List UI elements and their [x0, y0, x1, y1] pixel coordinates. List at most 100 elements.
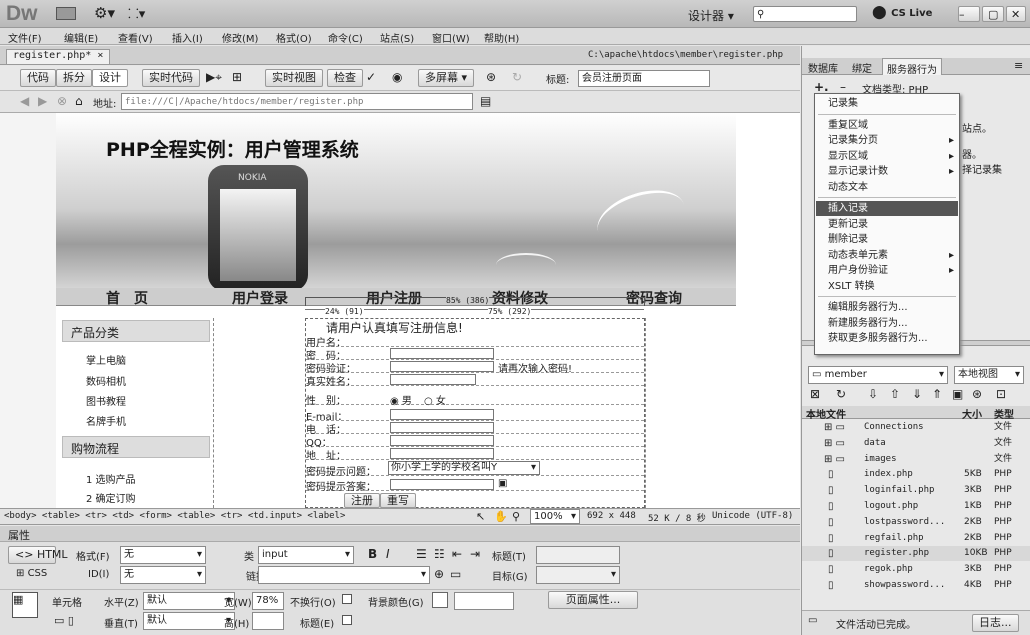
site-icon[interactable]: ⸬▾ — [128, 4, 145, 22]
zoom-select[interactable]: 100% — [530, 509, 580, 524]
target-select[interactable] — [536, 566, 620, 584]
file-row[interactable]: ⊞ ▭ data 文件 — [802, 436, 1030, 451]
pointer-tool-icon[interactable]: ↖ — [476, 510, 485, 523]
ordered-list-icon[interactable]: ☷ — [434, 547, 445, 561]
radio-female[interactable]: ○ 女 — [424, 392, 446, 407]
file-row[interactable]: ▯ regok.php 3KB PHP — [802, 562, 1030, 577]
file-row[interactable]: ▯ index.php 5KB PHP — [802, 467, 1030, 482]
tab-server-behaviors[interactable]: 服务器行为 — [882, 58, 942, 76]
tab-register[interactable]: register.php* × — [6, 49, 111, 64]
indent-icon[interactable]: ⇥ — [470, 547, 480, 561]
menu-insert[interactable]: 插入(I) — [172, 30, 203, 45]
page-properties-button[interactable]: 页面属性... — [548, 591, 638, 609]
label-selected-icon[interactable]: ▣ — [498, 478, 507, 489]
menu-modify[interactable]: 修改(M) — [222, 30, 258, 45]
menu-item[interactable]: XSLT 转换 — [816, 279, 958, 294]
site-select[interactable]: ▭ member — [808, 366, 948, 384]
file-row[interactable]: ▯ loginfail.php 3KB PHP — [802, 483, 1030, 498]
nav-login[interactable]: 用户登录 — [232, 288, 288, 308]
put-files-icon[interactable]: ⇧ — [890, 387, 900, 401]
menu-format[interactable]: 格式(O) — [276, 30, 312, 45]
menu-file[interactable]: 文件(F) — [8, 30, 42, 45]
inspect-button[interactable]: 检查 — [327, 69, 363, 87]
live-code-button[interactable]: 实时代码 — [142, 69, 200, 87]
file-row[interactable]: ▯ showpassword... 4KB PHP — [802, 578, 1030, 593]
home-icon[interactable]: ⌂ — [75, 94, 83, 108]
menu-item[interactable]: 新建服务器行为... — [816, 316, 958, 331]
bgcolor-input[interactable] — [454, 592, 514, 610]
password-input[interactable] — [390, 348, 494, 359]
window-size[interactable]: 692 x 448 — [587, 511, 636, 521]
realname-input[interactable] — [390, 374, 476, 385]
refresh-files-icon[interactable]: ↻ — [836, 387, 846, 401]
lock-icon[interactable]: ▣ — [952, 387, 963, 401]
merge-cells-icon[interactable]: ▭ ▯ — [54, 614, 74, 627]
log-button[interactable]: 日志... — [972, 614, 1019, 632]
code-view-button[interactable]: 代码 — [20, 69, 56, 87]
menu-item[interactable]: 记录集 — [816, 96, 958, 111]
hand-tool-icon[interactable]: ✋ — [494, 510, 508, 523]
menu-help[interactable]: 帮助(H) — [484, 30, 519, 45]
multiscreen-button[interactable]: 多屏幕 ▾ — [418, 69, 475, 87]
validate-icon[interactable]: ✓ — [366, 70, 376, 84]
tag-path[interactable]: <body> <table> <tr> <td> <form> <table> … — [4, 511, 345, 521]
menu-item[interactable]: 显示区域 ▸ — [816, 149, 958, 164]
register-button[interactable]: 注册 — [344, 493, 380, 508]
horz-select[interactable]: 默认 — [143, 592, 235, 610]
live-view-button[interactable]: 实时视图 — [265, 69, 323, 87]
globe-icon[interactable]: ⊛ — [486, 70, 496, 84]
folder-icon[interactable]: ▭ — [450, 567, 461, 581]
format-select[interactable]: 无 — [120, 546, 206, 564]
file-row[interactable]: ▯ lostpassword... 2KB PHP — [802, 515, 1030, 530]
title-input[interactable]: 会员注册页面 — [578, 70, 710, 87]
email-input[interactable] — [390, 409, 494, 420]
menu-item[interactable]: 动态表单元素 ▸ — [816, 248, 958, 263]
address-input[interactable]: file:///C|/Apache/htdocs/member/register… — [121, 93, 473, 110]
qq-input[interactable] — [390, 435, 494, 446]
phone-input[interactable] — [390, 422, 494, 433]
unordered-list-icon[interactable]: ☰ — [416, 547, 427, 561]
menu-item[interactable]: 记录集分页 ▸ — [816, 133, 958, 148]
get-files-icon[interactable]: ⇩ — [868, 387, 878, 401]
remove-behavior-icon[interactable]: – — [840, 80, 846, 94]
height-input[interactable] — [252, 612, 284, 630]
design-view[interactable]: PHP全程实例：用户管理系统 NOKIA 首 页 用户登录 用户注册 资料修改 … — [0, 113, 800, 508]
sidebar-item[interactable]: 名牌手机 — [86, 413, 126, 428]
answer-input[interactable] — [390, 479, 494, 490]
menu-view[interactable]: 查看(V) — [118, 30, 153, 45]
sync-icon[interactable]: ⊛ — [972, 387, 982, 401]
minimize-button[interactable]: – — [958, 6, 980, 22]
close-tab-icon[interactable]: × — [97, 50, 103, 61]
point-to-file-icon[interactable]: ⊕ — [434, 567, 444, 581]
file-row[interactable]: ▯ regfail.php 2KB PHP — [802, 531, 1030, 546]
address-field[interactable] — [390, 448, 494, 459]
layout-icon[interactable] — [56, 7, 76, 20]
maximize-button[interactable]: ▢ — [982, 6, 1004, 22]
menu-item[interactable]: 删除记录 — [816, 232, 958, 247]
class-select[interactable]: input — [258, 546, 354, 564]
menu-edit[interactable]: 编辑(E) — [64, 30, 98, 45]
checkin-icon[interactable]: ⇑ — [932, 387, 942, 401]
sidebar-item[interactable]: 掌上电脑 — [86, 352, 126, 367]
width-input[interactable]: 78% — [252, 592, 284, 610]
connect-icon[interactable]: ⊠ — [810, 387, 820, 401]
stop-icon[interactable]: ⊗ — [57, 94, 67, 108]
sidebar-item[interactable]: 数码相机 — [86, 373, 126, 388]
html-mode-button[interactable]: <> HTML — [8, 546, 68, 564]
question-select[interactable]: 你小学上学的学校名叫Y — [388, 461, 540, 475]
reset-button[interactable]: 重写 — [380, 493, 416, 508]
col-type[interactable]: 类型 — [994, 406, 1014, 421]
link-input[interactable] — [258, 566, 430, 584]
design-view-button[interactable]: 设计 — [92, 69, 128, 87]
bgcolor-swatch[interactable] — [432, 592, 448, 608]
italic-icon[interactable]: I — [386, 547, 390, 561]
tab-bindings[interactable]: 绑定 — [852, 60, 872, 75]
sidebar-item[interactable]: 图书教程 — [86, 393, 126, 408]
gear-icon[interactable]: ⚙▾ — [94, 4, 115, 22]
search-input[interactable]: ⚲ — [753, 6, 857, 22]
close-button[interactable]: ✕ — [1006, 6, 1026, 22]
refresh-icon[interactable]: ↻ — [512, 70, 522, 84]
title-attr-input[interactable] — [536, 546, 620, 564]
menu-item[interactable]: 重复区域 — [816, 118, 958, 133]
header-checkbox[interactable] — [342, 615, 352, 625]
